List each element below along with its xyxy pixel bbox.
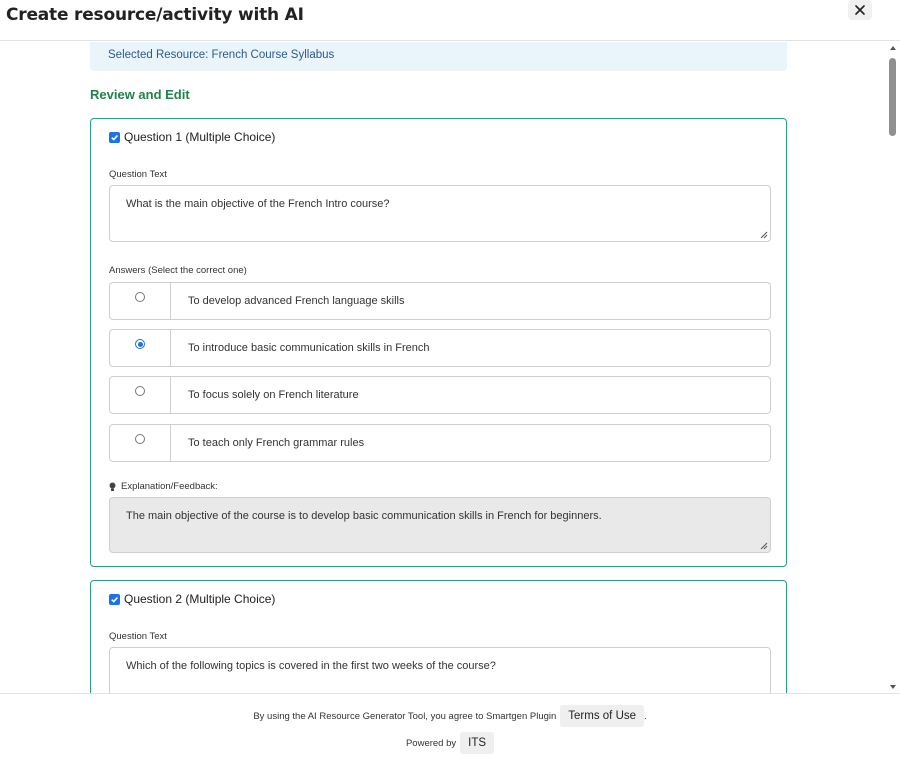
explanation-field[interactable]: The main objective of the course is to d… [109, 497, 771, 553]
lightbulb-icon [109, 482, 116, 491]
question-card: Question 1 (Multiple Choice) Question Te… [90, 118, 787, 567]
its-link[interactable]: ITS [460, 732, 495, 754]
question-header: Question 2 (Multiple Choice) [109, 592, 275, 606]
scroll-down-arrow-icon[interactable] [889, 683, 897, 691]
resize-handle-icon[interactable] [760, 542, 768, 550]
answer-option: To introduce basic communication skills … [109, 329, 771, 367]
answer-radio-selected[interactable] [135, 339, 145, 349]
answer-radio-cell[interactable] [109, 424, 171, 462]
question-text-label: Question Text [109, 631, 167, 642]
selected-resource-banner: Selected Resource: French Course Syllabu… [90, 42, 787, 71]
answer-text-field[interactable]: To focus solely on French literature [171, 376, 771, 414]
explanation-label: Explanation/Feedback: [109, 481, 218, 492]
question-title: Question 2 (Multiple Choice) [124, 592, 276, 606]
answer-text-field[interactable]: To develop advanced French language skil… [171, 282, 771, 320]
answer-radio-cell[interactable] [109, 282, 171, 320]
question-include-checkbox[interactable] [109, 131, 120, 143]
answer-radio[interactable] [135, 386, 145, 396]
question-include-checkbox[interactable] [109, 593, 120, 605]
answer-option: To teach only French grammar rules [109, 424, 771, 462]
scrollbar-thumb[interactable] [889, 58, 896, 136]
checkmark-icon [111, 596, 118, 603]
answer-text-field[interactable]: To teach only French grammar rules [171, 424, 771, 462]
powered-by-text: Powered by [405, 737, 457, 749]
footer-agree-text: By using the AI Resource Generator Tool,… [253, 710, 557, 722]
scrollbar[interactable] [886, 42, 900, 693]
explanation-label-text: Explanation/Feedback: [121, 481, 218, 492]
question-text-field[interactable]: Which of the following topics is covered… [109, 647, 771, 693]
footer-powered-line: Powered by ITS [0, 732, 900, 754]
answer-text-field[interactable]: To introduce basic communication skills … [171, 329, 771, 367]
terms-of-use-link[interactable]: Terms of Use [560, 705, 645, 727]
modal-title: Create resource/activity with AI [6, 5, 304, 25]
checkmark-icon [111, 134, 118, 141]
footer-period: . [644, 710, 647, 722]
close-button[interactable] [848, 0, 872, 20]
question-text-value: Which of the following topics is covered… [126, 660, 496, 672]
answer-radio[interactable] [135, 292, 145, 302]
resize-handle-icon[interactable] [760, 231, 768, 239]
question-header: Question 1 (Multiple Choice) [109, 130, 275, 144]
answers-label: Answers (Select the correct one) [109, 265, 247, 276]
answer-radio-cell[interactable] [109, 376, 171, 414]
question-title: Question 1 (Multiple Choice) [124, 130, 276, 144]
answer-option: To develop advanced French language skil… [109, 282, 771, 320]
question-text-label: Question Text [109, 169, 167, 180]
review-edit-heading: Review and Edit [90, 87, 190, 102]
answer-option: To focus solely on French literature [109, 376, 771, 414]
modal-footer: By using the AI Resource Generator Tool,… [0, 693, 900, 759]
close-icon [855, 5, 865, 15]
question-card: Question 2 (Multiple Choice) Question Te… [90, 580, 787, 693]
question-text-field[interactable]: What is the main objective of the French… [109, 185, 771, 242]
question-text-value: What is the main objective of the French… [126, 198, 390, 210]
answer-radio[interactable] [135, 434, 145, 444]
modal-body[interactable]: Selected Resource: French Course Syllabu… [0, 42, 900, 693]
modal-header: Create resource/activity with AI [0, 0, 900, 41]
footer-terms-line: By using the AI Resource Generator Tool,… [0, 705, 900, 727]
explanation-text: The main objective of the course is to d… [126, 510, 602, 522]
scroll-up-arrow-icon[interactable] [889, 44, 897, 52]
answer-radio-cell[interactable] [109, 329, 171, 367]
